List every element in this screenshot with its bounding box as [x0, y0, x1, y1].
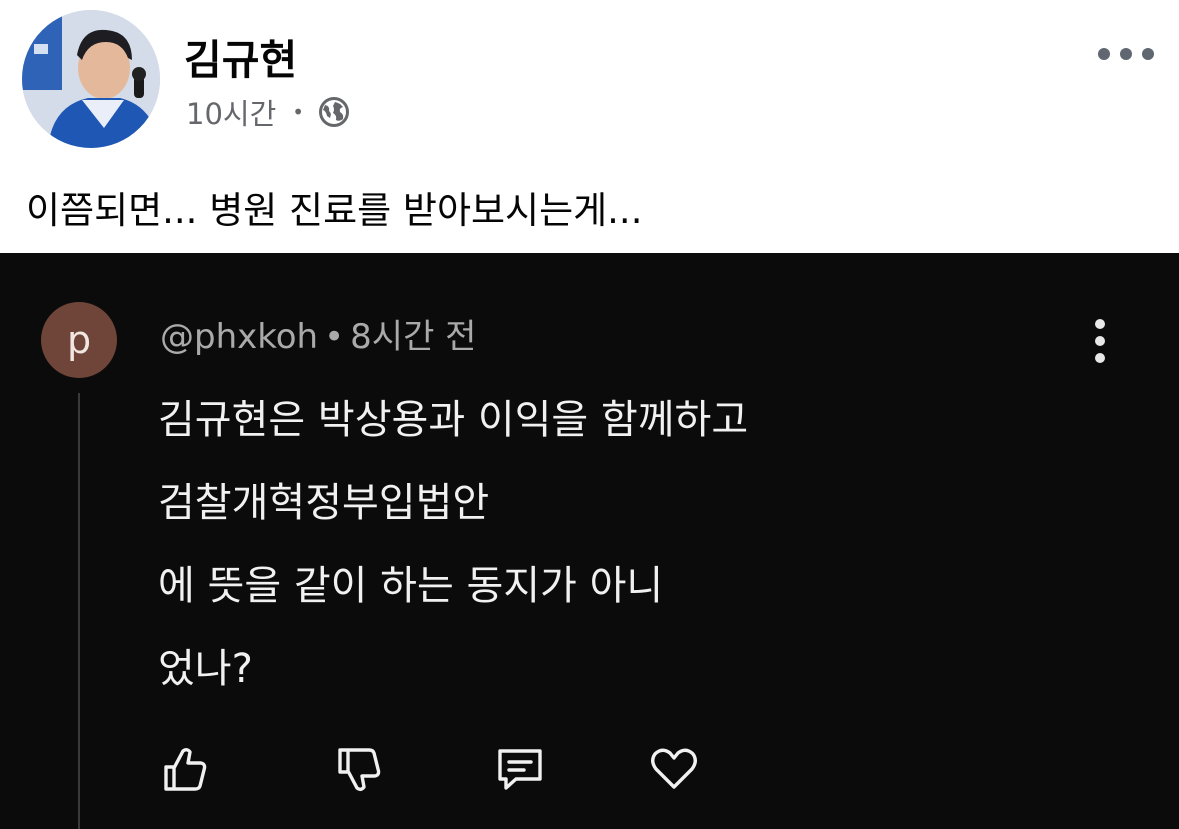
post-text: 이쯤되면... 병원 진료를 받아보시는게...: [26, 189, 643, 232]
comment-line: 검찰개혁정부입법안: [158, 480, 490, 526]
kebab-dot: [1095, 353, 1105, 363]
thumbs-down-icon: [330, 741, 386, 797]
more-vertical-icon: [1094, 319, 1106, 363]
more-dot: [1098, 48, 1110, 60]
kebab-dot: [1095, 336, 1105, 346]
heart-icon: [646, 741, 702, 797]
comment-time: 8시간 전: [350, 317, 477, 357]
comment-separator: •: [324, 317, 345, 357]
post-time[interactable]: 10시간: [186, 91, 276, 133]
post-meta: 10시간 •: [186, 92, 350, 132]
comment-avatar: p: [41, 302, 117, 378]
comment-line: 었나?: [158, 646, 253, 692]
comment-header: @phxkoh • 8시간 전: [160, 309, 476, 358]
author-name[interactable]: 김규현: [184, 26, 297, 86]
globe-icon[interactable]: [318, 96, 350, 128]
attached-screenshot[interactable]: p @phxkoh • 8시간 전 김규현은 박상용과 이익을 함께하고 검찰개혁정…: [0, 253, 1179, 829]
comment-line: 에 뜻을 같이 하는 동지가 아니: [158, 563, 664, 609]
more-horizontal-icon[interactable]: [1098, 44, 1154, 64]
author-avatar[interactable]: [22, 10, 160, 148]
more-dot: [1120, 48, 1132, 60]
comment-username: @phxkoh: [160, 317, 319, 357]
kebab-dot: [1095, 319, 1105, 329]
meta-separator: •: [292, 100, 305, 124]
thread-line: [78, 393, 80, 829]
more-dot: [1142, 48, 1154, 60]
comment-line: 김규현은 박상용과 이익을 함께하고: [158, 397, 749, 443]
thumbs-up-icon: [156, 741, 212, 797]
reply-icon: [492, 741, 548, 797]
